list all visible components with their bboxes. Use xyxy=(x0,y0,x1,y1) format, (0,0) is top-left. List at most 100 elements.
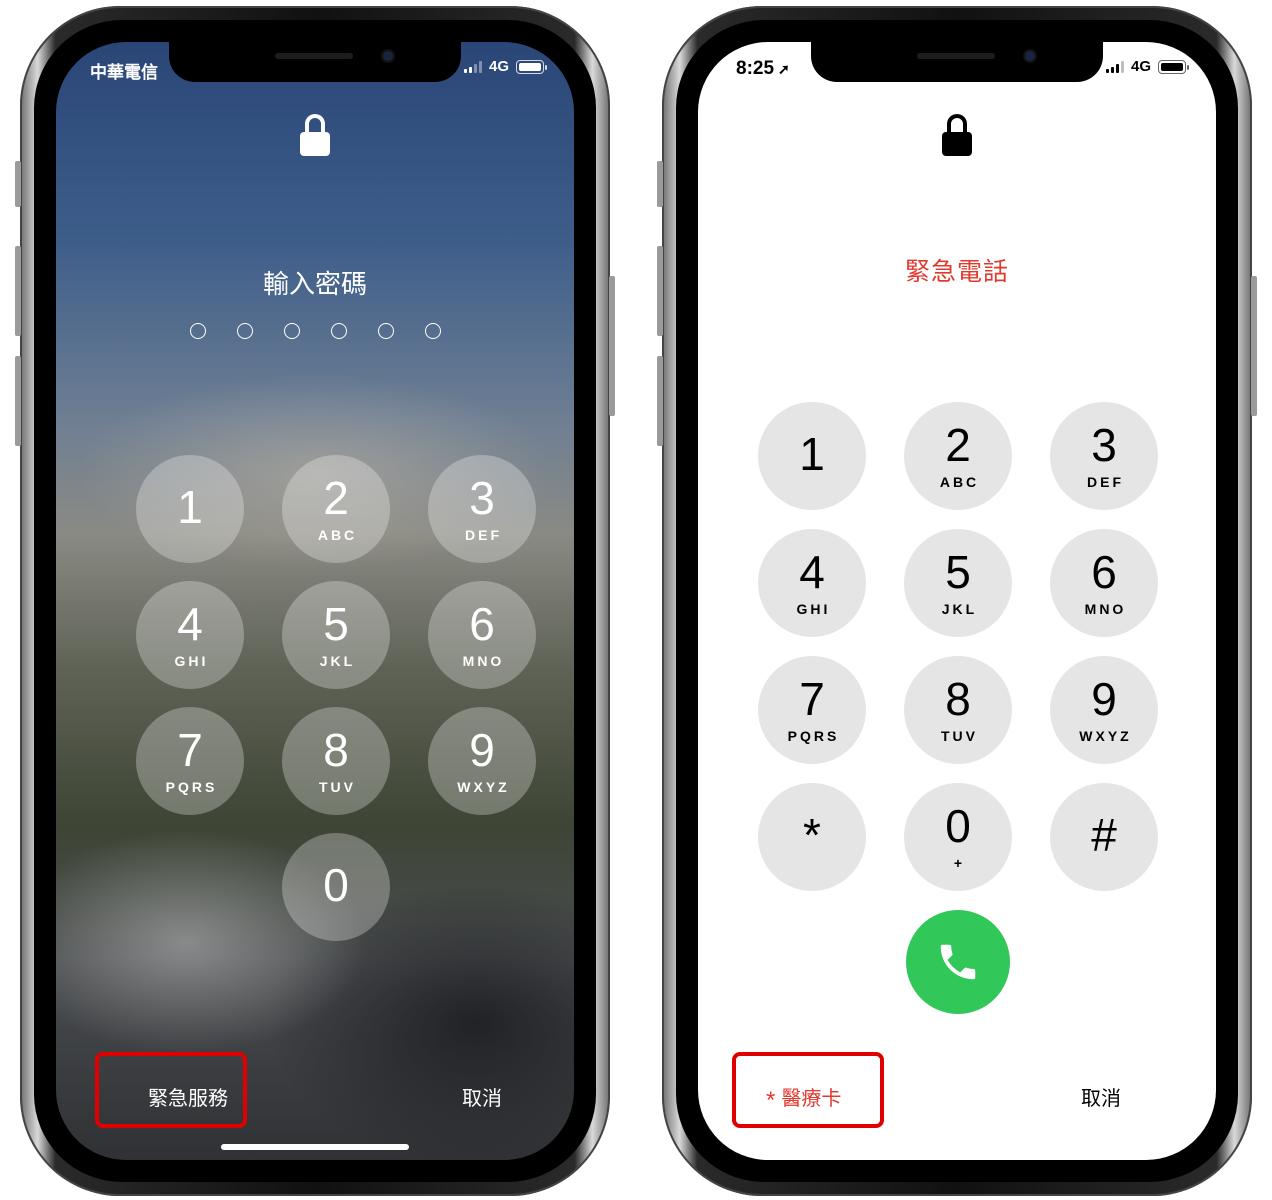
key-2[interactable]: 2 ABC xyxy=(904,402,1012,510)
key-letters: TUV xyxy=(319,779,356,795)
key-pound[interactable]: # xyxy=(1050,783,1158,891)
key-7[interactable]: 7 PQRS xyxy=(758,656,866,764)
phone-frame-emergency: 8:25 ➚ 4G 緊急電話 1 2 ABC 3 DEF 4 GHI 5 JKL… xyxy=(657,6,1257,1196)
passcode-dot xyxy=(283,323,300,339)
key-digit: 3 xyxy=(1091,419,1117,471)
passcode-dots xyxy=(56,323,574,339)
call-button[interactable] xyxy=(906,910,1010,1014)
carrier-name: 中華電信 xyxy=(90,63,158,82)
key-digit: 0 xyxy=(945,800,971,852)
home-indicator[interactable] xyxy=(221,1144,409,1150)
key-digit: 9 xyxy=(469,724,495,776)
key-2[interactable]: 2 ABC xyxy=(282,455,390,563)
volume-up-button xyxy=(657,246,663,336)
cancel-button[interactable]: 取消 xyxy=(1081,1082,1121,1111)
key-asterisk[interactable]: * xyxy=(758,783,866,891)
lock-screen: 中華電信 4G 輸入密碼 1 2 ABC 3 DEF 4 GHI 5 JKL 6… xyxy=(56,42,574,1160)
volume-up-button xyxy=(15,246,21,336)
key-digit: 4 xyxy=(177,598,203,650)
side-button xyxy=(1251,276,1257,416)
highlight-box-medical-id xyxy=(732,1052,884,1128)
cancel-button[interactable]: 取消 xyxy=(462,1082,502,1111)
key-digit: 7 xyxy=(177,724,203,776)
key-digit: 6 xyxy=(469,598,495,650)
key-digit: 6 xyxy=(1091,546,1117,598)
key-9[interactable]: 9 WXYZ xyxy=(1050,656,1158,764)
key-letters: DEF xyxy=(465,527,502,543)
status-indicators: 4G xyxy=(463,58,547,75)
key-digit: 2 xyxy=(323,472,349,524)
status-time: 8:25 ➚ xyxy=(736,58,790,80)
key-4[interactable]: 4 GHI xyxy=(136,581,244,689)
key-digit: * xyxy=(803,809,821,861)
key-digit: 2 xyxy=(945,419,971,471)
key-8[interactable]: 8 TUV xyxy=(282,707,390,815)
passcode-prompt: 輸入密碼 xyxy=(262,269,367,299)
side-button xyxy=(609,276,615,416)
key-letters: ABC xyxy=(939,474,980,490)
network-type: 4G xyxy=(488,58,509,75)
key-6[interactable]: 6 MNO xyxy=(1050,529,1158,637)
passcode-dot xyxy=(189,323,206,339)
passcode-dot xyxy=(377,323,394,339)
key-1[interactable]: 1 xyxy=(136,455,244,563)
key-letters: TUV xyxy=(941,728,978,744)
key-digit: 4 xyxy=(799,546,825,598)
key-digit: 1 xyxy=(177,481,203,533)
key-digit: 7 xyxy=(799,673,825,725)
key-letters: PQRS xyxy=(165,779,218,795)
passcode-dot xyxy=(330,323,347,339)
notch xyxy=(811,42,1103,82)
silent-switch xyxy=(657,161,663,207)
key-5[interactable]: 5 JKL xyxy=(904,529,1012,637)
key-digit: 8 xyxy=(323,724,349,776)
emergency-call-title: 緊急電話 xyxy=(904,258,1009,286)
key-digit: 9 xyxy=(1091,673,1117,725)
passcode-dot xyxy=(424,323,441,339)
key-9[interactable]: 9 WXYZ xyxy=(428,707,536,815)
key-digit: 3 xyxy=(469,472,495,524)
key-digit: # xyxy=(1091,809,1117,861)
key-3[interactable]: 3 DEF xyxy=(428,455,536,563)
key-letters: + xyxy=(953,855,966,871)
key-0[interactable]: 0 + xyxy=(904,783,1012,891)
lock-icon xyxy=(300,114,330,156)
front-camera xyxy=(1025,51,1035,61)
key-letters: JKL xyxy=(941,601,978,617)
notch xyxy=(169,42,461,82)
key-8[interactable]: 8 TUV xyxy=(904,656,1012,764)
key-7[interactable]: 7 PQRS xyxy=(136,707,244,815)
key-1[interactable]: 1 xyxy=(758,402,866,510)
key-5[interactable]: 5 JKL xyxy=(282,581,390,689)
volume-down-button xyxy=(657,356,663,446)
key-6[interactable]: 6 MNO xyxy=(428,581,536,689)
location-arrow-icon: ➚ xyxy=(778,61,790,77)
signal-strength-icon xyxy=(1105,60,1124,73)
battery-icon xyxy=(516,59,547,74)
speaker-grille xyxy=(917,53,995,59)
battery-icon xyxy=(1158,59,1189,74)
status-indicators: 4G xyxy=(1105,58,1189,75)
key-letters: GHI xyxy=(796,601,831,617)
passcode-dot xyxy=(236,323,253,339)
key-0[interactable]: 0 xyxy=(282,833,390,941)
phone-frame-locked: 中華電信 4G 輸入密碼 1 2 ABC 3 DEF 4 GHI 5 JKL 6… xyxy=(15,6,615,1196)
key-letters: GHI xyxy=(174,653,209,669)
key-letters: WXYZ xyxy=(457,779,510,795)
key-letters: DEF xyxy=(1087,474,1124,490)
key-digit: 0 xyxy=(323,859,349,911)
key-letters: ABC xyxy=(317,527,358,543)
key-letters: WXYZ xyxy=(1079,728,1132,744)
key-3[interactable]: 3 DEF xyxy=(1050,402,1158,510)
signal-strength-icon xyxy=(463,60,482,73)
front-camera xyxy=(383,51,393,61)
key-letters: JKL xyxy=(319,653,356,669)
volume-down-button xyxy=(15,356,21,446)
network-type: 4G xyxy=(1130,58,1151,75)
speaker-grille xyxy=(275,53,353,59)
key-digit: 5 xyxy=(945,546,971,598)
key-digit: 5 xyxy=(323,598,349,650)
key-letters: MNO xyxy=(462,653,505,669)
key-4[interactable]: 4 GHI xyxy=(758,529,866,637)
phone-icon xyxy=(940,944,976,980)
